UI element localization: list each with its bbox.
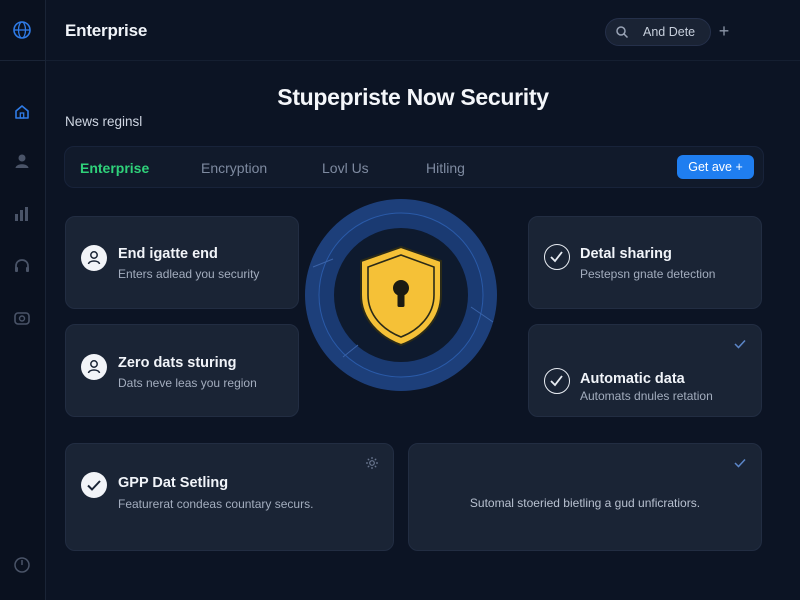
check-circle-icon	[544, 368, 570, 394]
feature-card-detal-sharing[interactable]: Detal sharing Pestepsn gnate detection	[528, 216, 762, 309]
card-title: GPP Dat Setling	[118, 475, 229, 491]
tab-encryption[interactable]: Encryption	[201, 160, 267, 176]
feature-card-automatic-data[interactable]: Automatic data Automats dnules retation	[528, 324, 762, 417]
tab-enterprise[interactable]: Enterprise	[80, 160, 149, 176]
security-shield-graphic	[303, 197, 499, 393]
settings-sparkle-icon	[365, 456, 379, 470]
user-lock-icon	[81, 354, 107, 380]
tab-hitling[interactable]: Hitling	[426, 160, 465, 176]
search-box[interactable]: And Dete	[605, 18, 711, 46]
check-icon	[733, 337, 747, 351]
get-ave-button[interactable]: Get ave +	[677, 155, 754, 179]
feature-card-zero-data[interactable]: Zero dats sturing Dats neve leas you reg…	[65, 324, 299, 417]
header-divider	[46, 60, 800, 61]
check-circle-icon	[81, 472, 107, 498]
card-description: Pestepsn gnate detection	[580, 267, 716, 281]
search-icon	[615, 25, 629, 39]
card-title: Automatic data	[580, 371, 685, 387]
chart-icon[interactable]	[12, 204, 32, 224]
user-icon[interactable]	[12, 151, 32, 171]
card-description: Automats dnules retation	[580, 389, 713, 403]
card-description: Sutomal stoeried bietling a gud unficrat…	[469, 496, 701, 510]
card-description: Enters adlead you security	[118, 267, 260, 281]
feature-card-end-to-end[interactable]: End igatte end Enters adlead you securit…	[65, 216, 299, 309]
home-icon[interactable]	[12, 102, 32, 122]
check-circle-icon	[544, 244, 570, 270]
gamepad-icon[interactable]	[12, 308, 32, 328]
feature-card-automated[interactable]: Sutomal stoeried bietling a gud unficrat…	[408, 443, 762, 551]
card-title: Zero dats sturing	[118, 355, 237, 371]
add-button[interactable]: +	[714, 21, 734, 41]
globe-logo-icon[interactable]	[12, 20, 32, 40]
user-lock-icon	[81, 245, 107, 271]
power-icon[interactable]	[12, 555, 32, 575]
page-title: Stupepriste Now Security	[277, 84, 549, 110]
page-subtitle: News reginsl	[65, 114, 143, 129]
search-text: And Dete	[643, 25, 696, 39]
brand-title: Enterprise	[65, 21, 148, 40]
feature-card-gpp-data[interactable]: GPP Dat Setling Featurerat condeas count…	[65, 443, 394, 551]
card-description: Featurerat condeas countary securs.	[118, 497, 314, 511]
card-description: Dats neve leas you region	[118, 376, 257, 390]
card-title: Detal sharing	[580, 246, 672, 262]
card-title: End igatte end	[118, 246, 218, 262]
check-icon	[733, 456, 747, 470]
sidebar	[0, 0, 46, 600]
sidebar-divider	[0, 60, 46, 61]
headset-icon[interactable]	[12, 256, 32, 276]
tab-lovl-us[interactable]: Lovl Us	[322, 160, 369, 176]
tab-bar: Enterprise Encryption Lovl Us Hitling Ge…	[64, 146, 764, 188]
